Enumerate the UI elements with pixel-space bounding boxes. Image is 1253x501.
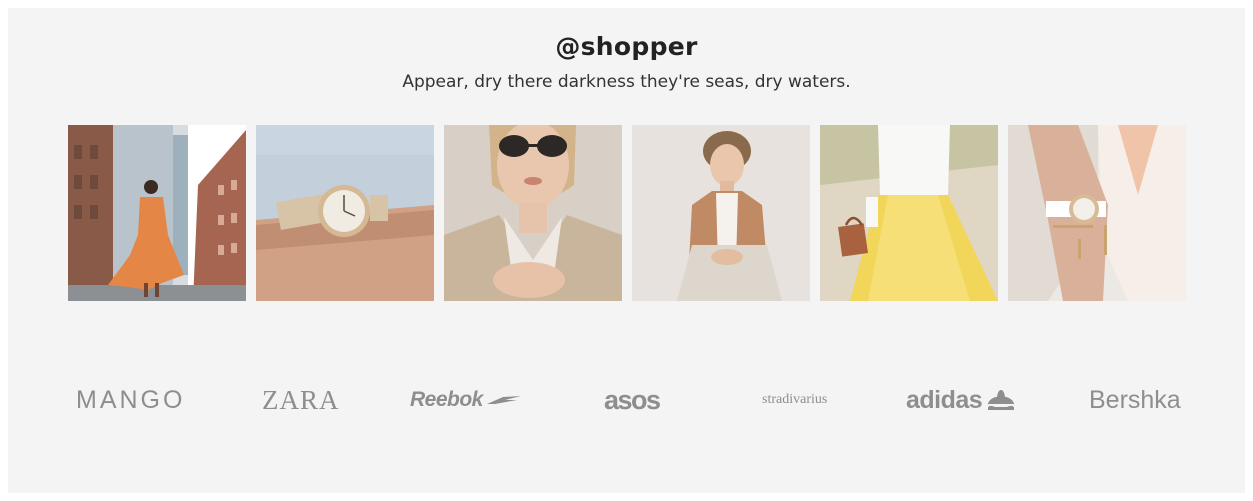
gallery-photo-4[interactable] bbox=[632, 125, 810, 301]
gallery-photo-1[interactable] bbox=[68, 125, 246, 301]
yellow-gingham-skirt-handbag-photo bbox=[820, 125, 998, 301]
gallery-photo-5[interactable] bbox=[820, 125, 998, 301]
adidas-trefoil-icon bbox=[988, 390, 1015, 410]
gallery-photo-3[interactable] bbox=[444, 125, 622, 301]
instagram-section: @shopper Appear, dry there darkness they… bbox=[8, 8, 1245, 493]
gallery-photo-6[interactable] bbox=[1008, 125, 1186, 301]
section-tagline: Appear, dry there darkness they're seas,… bbox=[402, 72, 851, 92]
brand-logo-adidas[interactable]: adidas bbox=[906, 378, 1016, 422]
brand-logo-reebok-text: Reebok bbox=[410, 388, 483, 411]
wristwatch-denim-sleeve-photo bbox=[256, 125, 434, 301]
brand-logo-asos[interactable]: asos bbox=[604, 378, 661, 422]
brand-logo-reebok[interactable]: Reebok bbox=[410, 378, 521, 422]
brand-logo-mango[interactable]: MANGO bbox=[76, 378, 185, 422]
man-camel-blazer-seated-photo bbox=[632, 125, 810, 301]
instagram-handle[interactable]: @shopper bbox=[8, 32, 1245, 61]
brand-logos: MANGO ZARA Reebok asos stradivarius adid… bbox=[68, 378, 1198, 422]
gallery-photo-2[interactable] bbox=[256, 125, 434, 301]
woman-sunglasses-trench-coat-photo bbox=[444, 125, 622, 301]
reebok-vector-icon bbox=[486, 396, 521, 404]
photo-gallery bbox=[68, 125, 1186, 301]
wrist-watch-white-blouse-photo bbox=[1008, 125, 1186, 301]
brand-logo-stradivarius[interactable]: stradivarius bbox=[762, 378, 827, 422]
brand-logo-adidas-text: adidas bbox=[906, 385, 983, 414]
brand-logo-bershka[interactable]: Bershka bbox=[1089, 378, 1181, 422]
woman-orange-dress-city-street-photo bbox=[68, 125, 246, 301]
brand-logo-zara[interactable]: ZARA bbox=[262, 378, 340, 422]
